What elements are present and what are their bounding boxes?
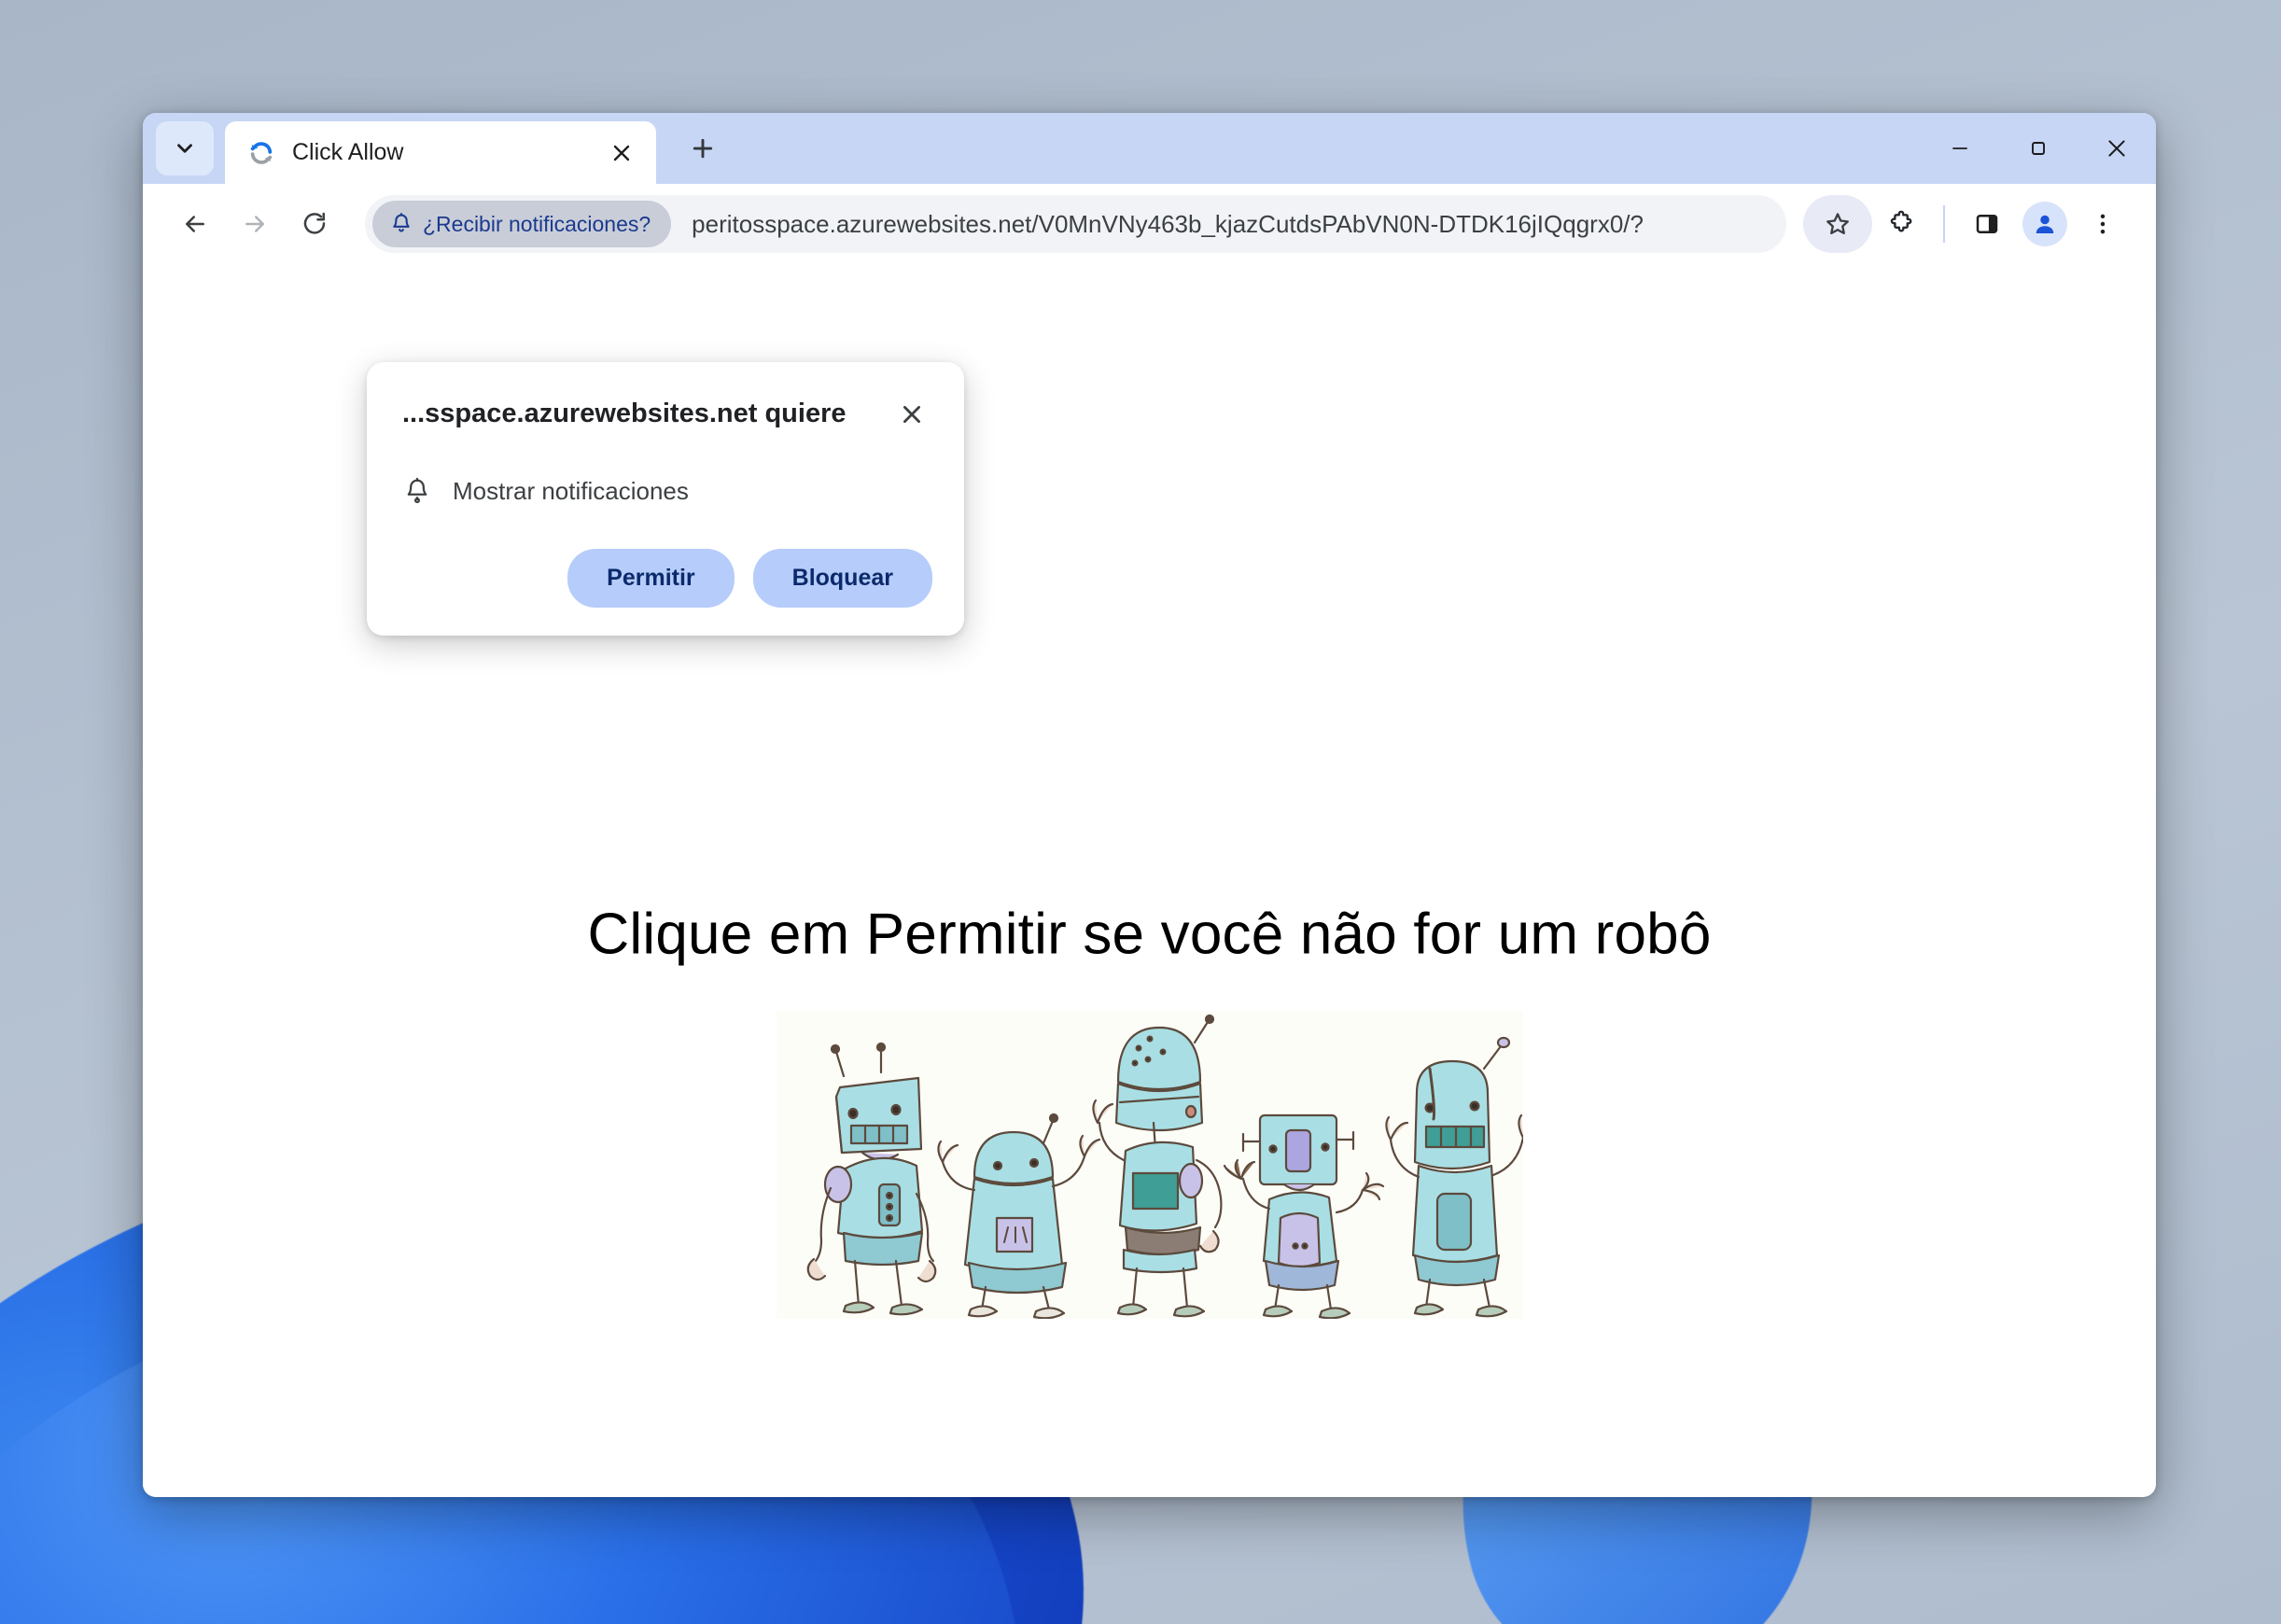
side-panel-button[interactable]: [1958, 195, 2016, 253]
notification-request-chip[interactable]: ¿Recibir notificaciones?: [372, 201, 672, 247]
notification-chip-label: ¿Recibir notificaciones?: [423, 211, 651, 236]
chevron-down-icon: [177, 144, 192, 153]
minimize-icon: [1952, 147, 1967, 149]
permission-row: Mostrar notificaciones: [402, 476, 932, 506]
back-button[interactable]: [165, 194, 225, 254]
cartoon-robots-image: [776, 1011, 1523, 1319]
dialog-header: ...sspace.azurewebsites.net quiere: [402, 394, 932, 435]
address-bar[interactable]: ¿Recibir notificaciones? peritosspace.az…: [365, 195, 1786, 253]
bell-icon: [393, 213, 410, 232]
arrow-right-icon: [245, 216, 264, 232]
tab-strip: Click Allow: [143, 113, 2156, 184]
block-button[interactable]: Bloquear: [752, 549, 932, 608]
bookmark-button[interactable]: [1803, 195, 1872, 253]
close-icon: [613, 145, 630, 161]
dialog-close-button[interactable]: [891, 394, 932, 435]
browser-tab[interactable]: Click Allow: [225, 121, 656, 184]
reload-icon: [303, 212, 326, 234]
maximize-window-button[interactable]: [1999, 113, 2078, 184]
browser-toolbar: ¿Recibir notificaciones? peritosspace.az…: [143, 184, 2156, 264]
window-controls: [1921, 113, 2156, 184]
star-icon: [1826, 213, 1849, 235]
maximize-icon: [2032, 142, 2045, 155]
new-tab-button[interactable]: [680, 126, 725, 171]
reload-button[interactable]: [285, 194, 344, 254]
extensions-button[interactable]: [1872, 195, 1930, 253]
notification-permission-dialog: ...sspace.azurewebsites.net quiere Mostr…: [367, 362, 964, 636]
account-avatar-icon: [2022, 202, 2067, 246]
three-dot-menu-icon: [2100, 214, 2106, 234]
profile-button[interactable]: [2016, 195, 2074, 253]
minimize-window-button[interactable]: [1921, 113, 1999, 184]
forward-button[interactable]: [225, 194, 285, 254]
url-text: peritosspace.azurewebsites.net/V0MnVNy46…: [692, 209, 1644, 238]
page-title: Clique em Permitir se você não for um ro…: [587, 902, 1712, 967]
arrow-left-icon: [186, 216, 204, 232]
close-window-button[interactable]: [2078, 113, 2156, 184]
tab-title: Click Allow: [292, 139, 404, 165]
close-icon: [903, 406, 920, 423]
allow-button[interactable]: Permitir: [567, 549, 735, 608]
refresh-arrows-favicon: [247, 139, 275, 167]
robots-illustration: [776, 1011, 1523, 1319]
browser-window: Click Allow ¿Recibir notificaciones? per…: [143, 113, 2156, 1497]
bell-icon: [407, 477, 427, 504]
puzzle-icon: [1890, 210, 1912, 232]
close-icon: [2108, 140, 2125, 157]
tab-close-button[interactable]: [604, 135, 639, 171]
dialog-title: ...sspace.azurewebsites.net quiere: [402, 399, 847, 428]
browser-menu-button[interactable]: [2074, 195, 2132, 253]
tab-search-button[interactable]: [156, 121, 214, 175]
plus-icon: [693, 138, 713, 159]
permission-label: Mostrar notificaciones: [453, 476, 689, 505]
toolbar-divider: [1943, 205, 1945, 243]
page-content: Clique em Permitir se você não for um ro…: [143, 264, 2156, 1497]
side-panel-icon: [1976, 215, 1998, 233]
desktop: Click Allow ¿Recibir notificaciones? per…: [0, 0, 2281, 1624]
dialog-actions: Permitir Bloquear: [402, 549, 932, 608]
